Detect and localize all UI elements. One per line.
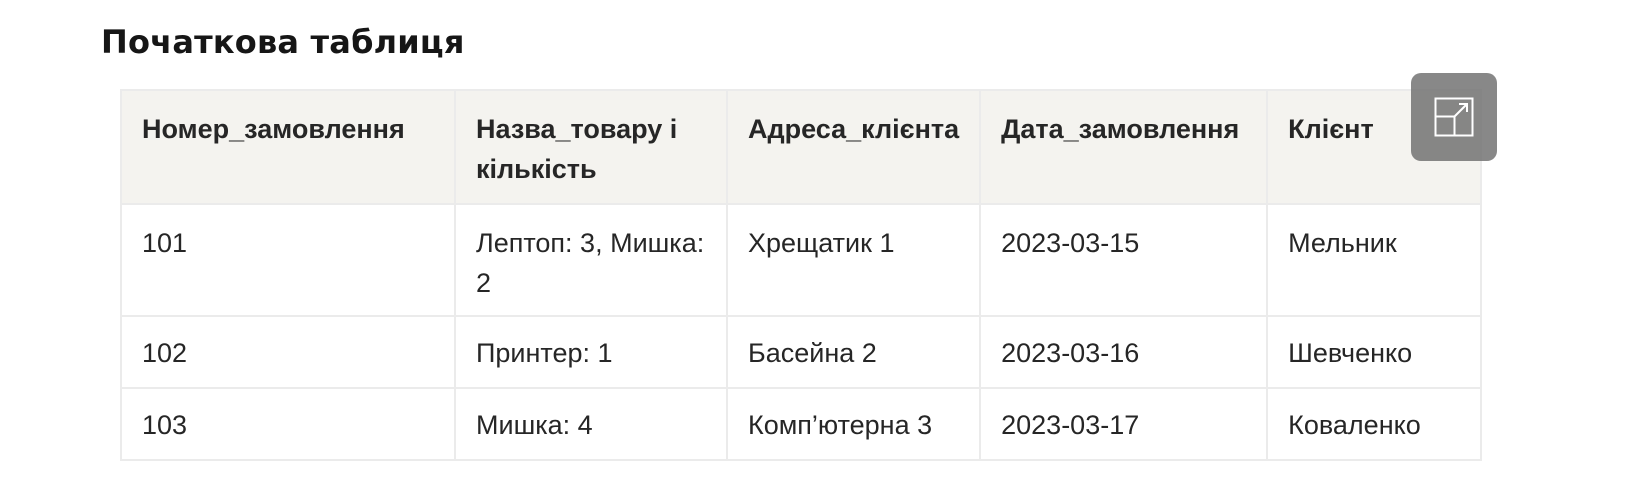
- cell-client-address: Комп’ютерна 3: [725, 387, 982, 461]
- cell-product-quantity: Лептоп: 3, Мишка: 2: [454, 203, 728, 317]
- orders-table-container: Номер_замовлення Назва_товару і кількіст…: [120, 89, 1483, 461]
- cell-product-quantity: Мишка: 4: [454, 387, 728, 461]
- cell-order-date: 2023-03-17: [979, 387, 1269, 461]
- cell-client-address: Хрещатик 1: [725, 203, 982, 317]
- cell-order-date: 2023-03-15: [979, 203, 1269, 317]
- cell-client: Шевченко: [1266, 315, 1483, 389]
- cell-client-address: Басейна 2: [725, 315, 982, 389]
- table-row: 101 Лептоп: 3, Мишка: 2 Хрещатик 1 2023-…: [120, 203, 1483, 317]
- expand-icon: [1434, 97, 1474, 137]
- cell-order-date: 2023-03-16: [979, 315, 1269, 389]
- header-order-number: Номер_замовлення: [120, 89, 456, 205]
- cell-order-number: 103: [120, 387, 456, 461]
- cell-order-number: 102: [120, 315, 456, 389]
- table-row: 103 Мишка: 4 Комп’ютерна 3 2023-03-17 Ко…: [120, 387, 1483, 461]
- header-order-date: Дата_замовлення: [979, 89, 1269, 205]
- table-row: 102 Принтер: 1 Басейна 2 2023-03-16 Шевч…: [120, 315, 1483, 389]
- cell-client: Коваленко: [1266, 387, 1483, 461]
- cell-order-number: 101: [120, 203, 456, 317]
- page-title: Початкова таблиця: [101, 23, 465, 61]
- orders-table: Номер_замовлення Назва_товару і кількіст…: [120, 89, 1483, 461]
- cell-product-quantity: Принтер: 1: [454, 315, 728, 389]
- header-product-quantity: Назва_товару і кількість: [454, 89, 728, 205]
- table-header-row: Номер_замовлення Назва_товару і кількіст…: [120, 89, 1483, 205]
- expand-table-button[interactable]: [1411, 73, 1497, 161]
- cell-client: Мельник: [1266, 203, 1483, 317]
- header-client-address: Адреса_клієнта: [725, 89, 982, 205]
